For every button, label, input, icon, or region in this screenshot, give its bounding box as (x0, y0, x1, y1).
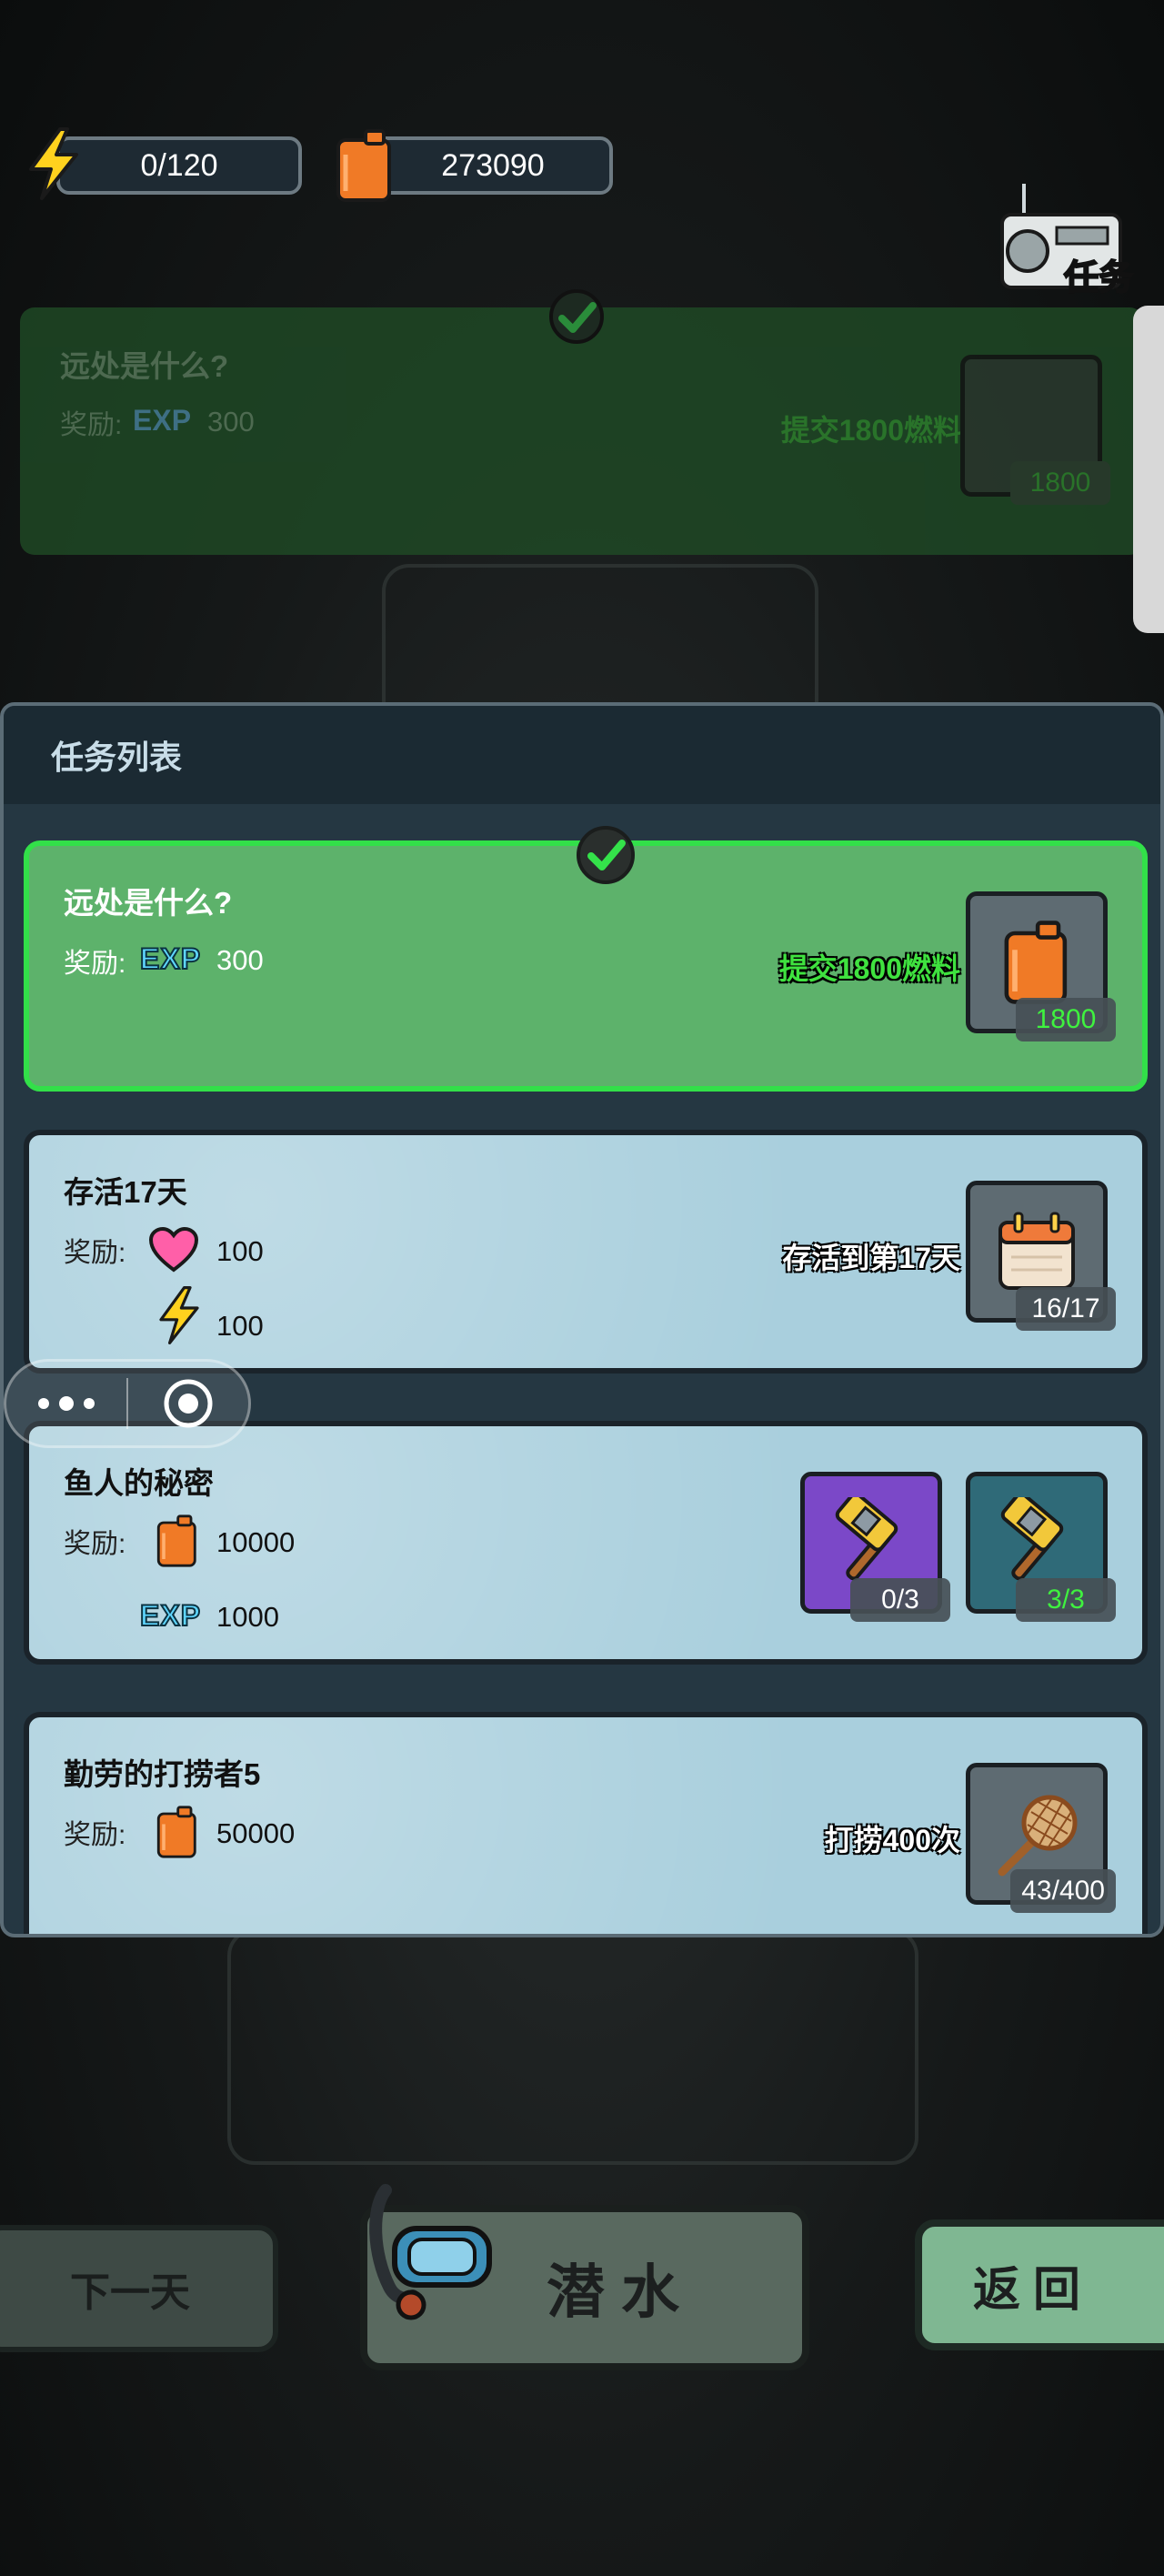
task-requirement: 提交1800燃料 (778, 952, 960, 985)
task-title: 存活17天 (64, 1175, 187, 1209)
dimmed-reward-label: 奖励: (60, 410, 123, 440)
background-hatch (227, 1928, 918, 2165)
reward-health-value: 100 (216, 1235, 264, 1267)
exp-icon: EXP (139, 941, 202, 976)
dive-button[interactable]: 潜水 (360, 2184, 809, 2370)
item-count: 43/400 (1010, 1869, 1116, 1913)
calendar-icon (998, 1212, 1075, 1290)
fuel-can-icon (156, 1806, 196, 1858)
modal-header: 任务列表 (4, 706, 1160, 804)
back-button[interactable]: 返回 (915, 2219, 1164, 2350)
reward-label: 奖励: (64, 1529, 126, 1559)
task-requirement: 打捞400次 (824, 1824, 960, 1857)
energy-value: 0/120 (140, 147, 218, 183)
item-count: 16/17 (1016, 1287, 1116, 1331)
lightning-icon (159, 1286, 199, 1344)
item-count: 0/3 (850, 1578, 950, 1622)
back-label: 返回 (972, 2263, 1093, 2317)
task-list-modal: 任务列表 远处是什么? 奖励: EXP 300 提交1800燃料 1800 存活… (0, 702, 1164, 1937)
net-icon (998, 1795, 1078, 1877)
close-program-button[interactable] (128, 1362, 248, 1445)
hammer-icon (835, 1497, 898, 1581)
exp-icon: EXP (139, 1598, 202, 1633)
task-radio-button[interactable]: 任务 (997, 178, 1134, 298)
item-count: 1800 (1016, 998, 1116, 1041)
dive-label: 潜水 (547, 2259, 696, 2325)
dimmed-task-title: 远处是什么? (60, 349, 229, 383)
target-icon (164, 1379, 213, 1428)
reward-fuel-value: 10000 (216, 1526, 296, 1558)
modal-title: 任务列表 (51, 739, 183, 776)
fuel-value: 273090 (441, 147, 545, 183)
task-card[interactable]: 鱼人的秘密 奖励: 10000 EXP 1000 0/3 3/3 (24, 1421, 1148, 1665)
more-dots-icon (38, 1396, 95, 1411)
task-requirement: 存活到第17天 (782, 1242, 960, 1274)
task-card[interactable]: 存活17天 奖励: 100 100 存活到第17天 16/17 (24, 1130, 1148, 1374)
dimmed-check-icon (549, 289, 604, 344)
diving-mask-icon (369, 2184, 492, 2320)
next-day-label: 下一天 (70, 2270, 190, 2315)
side-drawer-handle[interactable] (1133, 306, 1164, 633)
fuel-can-icon (1004, 921, 1068, 1004)
reward-label: 奖励: (64, 949, 126, 979)
more-button[interactable] (6, 1362, 126, 1445)
reward-exp-value: 1000 (216, 1601, 279, 1633)
check-icon (587, 840, 626, 870)
reward-label: 奖励: (64, 1820, 126, 1850)
task-title: 鱼人的秘密 (64, 1466, 214, 1500)
reward-label: 奖励: (64, 1238, 126, 1268)
required-item-box[interactable]: 1800 (966, 891, 1116, 1041)
completed-check-badge (577, 826, 635, 884)
task-card[interactable]: 勤劳的打捞者5 奖励: 50000 打捞400次 43/400 (24, 1712, 1148, 1934)
task-card-completed[interactable]: 远处是什么? 奖励: EXP 300 提交1800燃料 1800 (24, 826, 1148, 1092)
required-item-box[interactable]: 16/17 (966, 1181, 1116, 1331)
fuel-can-icon (336, 129, 391, 202)
reward-fuel-value: 50000 (216, 1817, 296, 1849)
task-radio-label: 任务 (1063, 258, 1134, 298)
lightning-icon (29, 127, 78, 200)
dimmed-item-box: 1800 (960, 355, 1110, 505)
dimmed-exp-badge: EXP (133, 404, 192, 437)
mini-program-capsule (4, 1359, 251, 1448)
task-title: 远处是什么? (64, 886, 233, 920)
required-item-box[interactable]: 43/400 (966, 1763, 1116, 1913)
energy-counter: 0/120 (56, 136, 302, 195)
heart-icon (148, 1226, 199, 1273)
task-title: 勤劳的打捞者5 (64, 1757, 261, 1791)
reward-exp-value: 300 (216, 944, 264, 976)
hammer-icon (1000, 1497, 1064, 1581)
dimmed-requirement: 提交1800燃料 (780, 414, 962, 447)
dimmed-exp-value: 300 (207, 406, 255, 438)
reward-energy-value: 100 (216, 1310, 264, 1342)
dimmed-item-count: 1800 (1010, 461, 1110, 505)
fuel-counter: 273090 (373, 136, 613, 195)
next-day-button[interactable]: 下一天 (0, 2225, 278, 2352)
required-item-box[interactable]: 0/3 (800, 1472, 950, 1622)
required-item-box[interactable]: 3/3 (966, 1472, 1116, 1622)
fuel-can-icon (156, 1514, 196, 1567)
item-count: 3/3 (1016, 1578, 1116, 1622)
